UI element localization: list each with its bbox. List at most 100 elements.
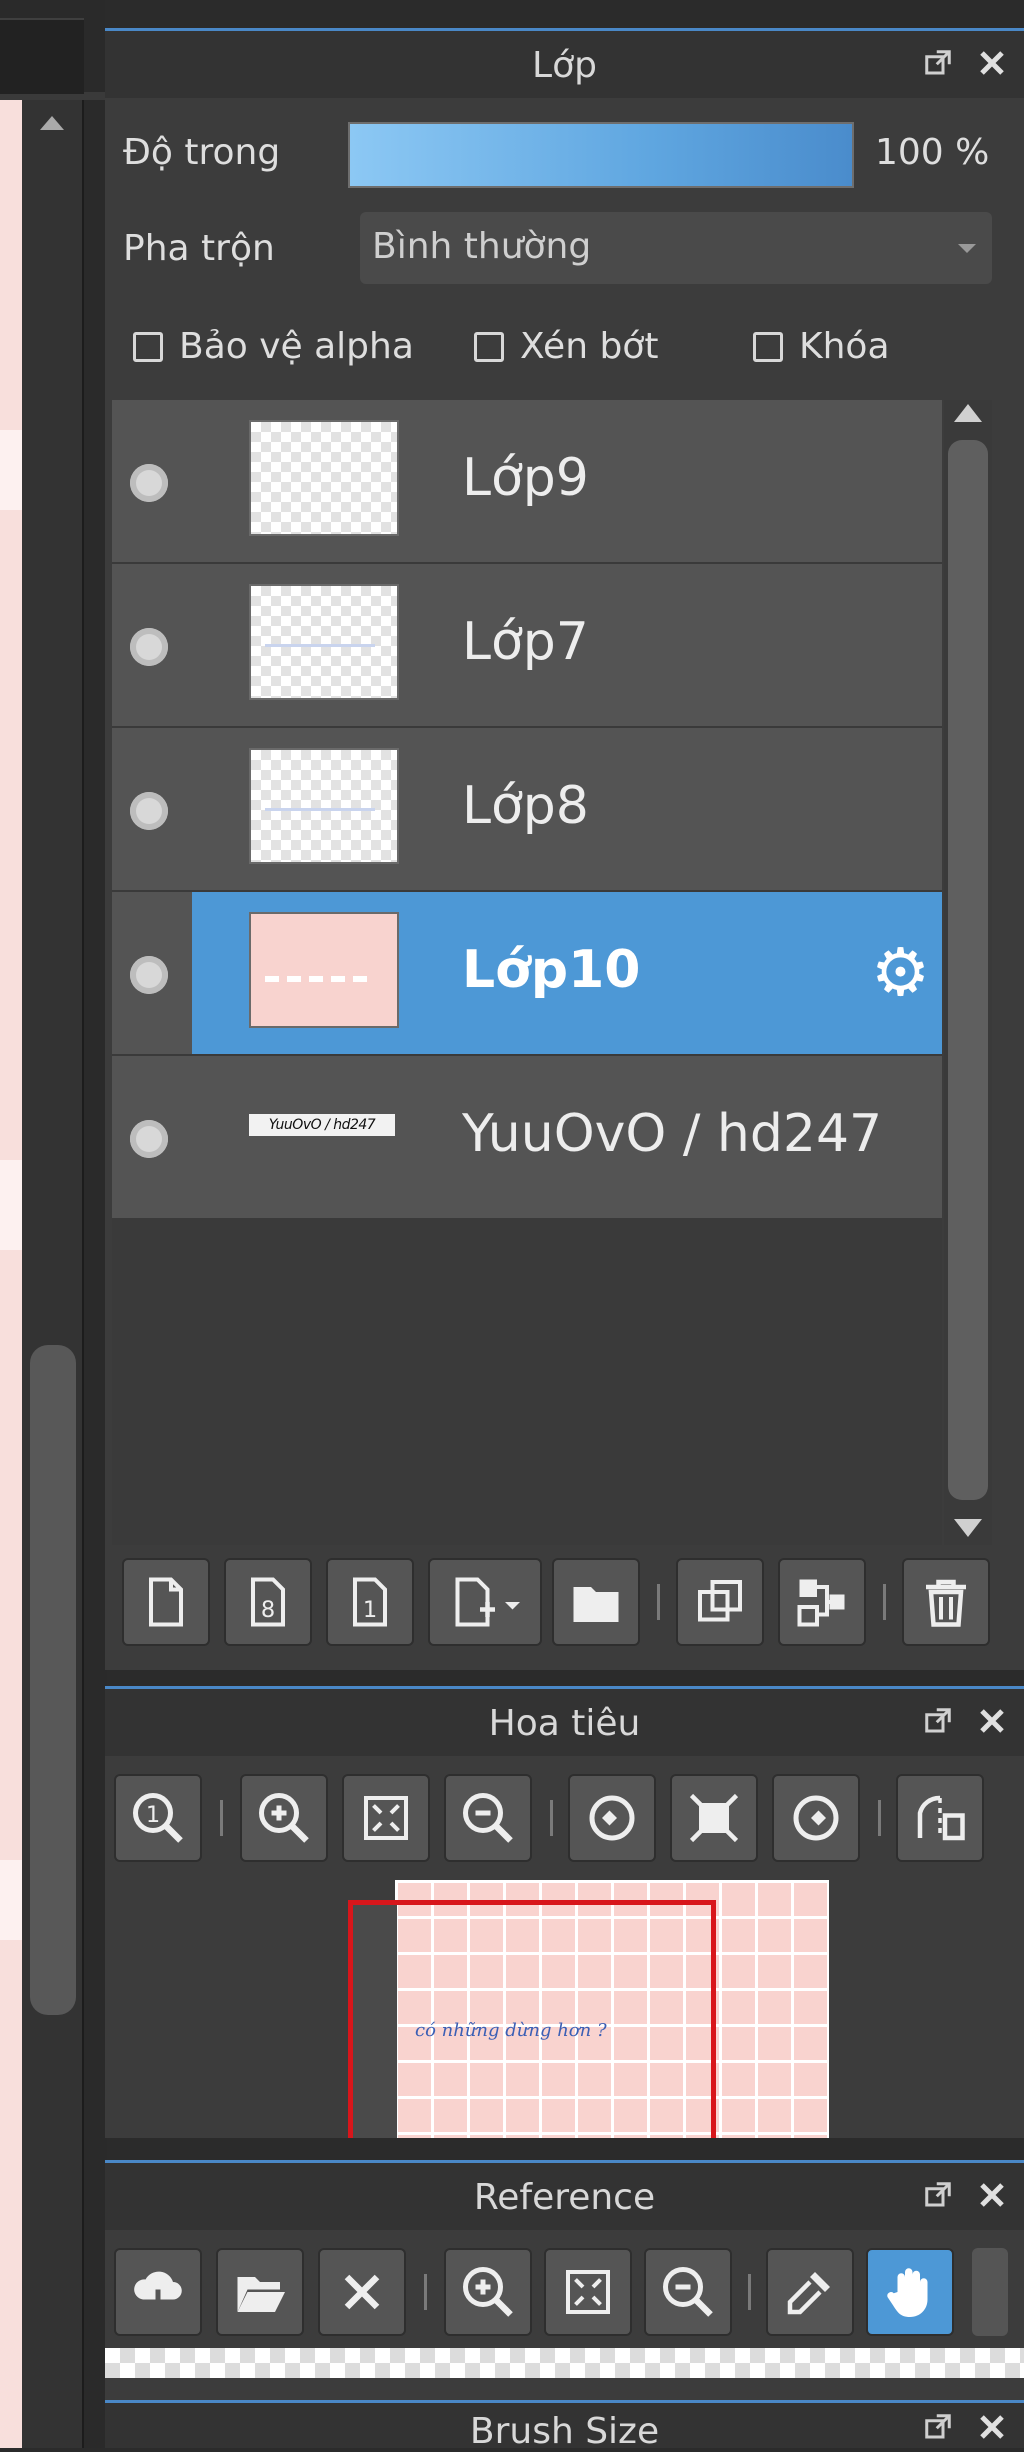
protect-alpha-label: Bảo vệ alpha [179,326,414,367]
navigator-preview[interactable]: có những dừng hơn ? [105,1880,1024,2138]
checkbox-box[interactable] [753,331,783,362]
layer-list-scrollbar[interactable] [944,400,992,1545]
open-folder-button[interactable] [216,2248,304,2336]
rotate-right-icon [793,1795,839,1841]
blend-mode-select[interactable]: Bình thường [360,212,992,284]
undock-icon[interactable] [920,1703,956,1739]
clipping-checkbox[interactable]: Xén bớt [474,326,658,367]
gear-icon[interactable]: ⚙ [871,940,930,1006]
layer-row[interactable]: Lớp9 [112,400,942,565]
merge-down-icon [797,1579,845,1627]
flip-horizontal-button[interactable] [896,1774,984,1862]
protect-alpha-checkbox[interactable]: Bảo vệ alpha [133,326,414,367]
undock-icon[interactable] [920,2409,956,2445]
fit-window-icon [566,2270,610,2314]
reference-panel-bottom [105,2378,1024,2400]
opacity-label: Độ trong [123,132,281,173]
toolbar-separator [878,1800,881,1836]
rotate-left-button[interactable] [568,1774,656,1862]
layer-name: YuuOvO / hd247 [462,1104,883,1164]
visibility-toggle-icon[interactable] [130,1120,168,1158]
undock-icon[interactable] [920,45,956,81]
close-panel-icon[interactable] [974,1703,1010,1739]
scroll-down-arrow-icon[interactable] [954,1519,982,1537]
checkbox-box[interactable] [133,331,163,362]
opacity-slider[interactable] [348,122,854,188]
visibility-toggle-icon[interactable] [130,464,168,502]
fit-window-button[interactable] [342,1774,430,1862]
layer-row-selected[interactable]: Lớp10 ⚙ [112,892,942,1057]
close-reference-button[interactable] [318,2248,406,2336]
reference-toolbar-overflow[interactable] [972,2248,1008,2336]
zoom-in-button[interactable] [240,1774,328,1862]
canvas-scroll-thumb[interactable] [30,1345,76,2015]
close-panel-icon[interactable] [974,2177,1010,2213]
lock-checkbox[interactable]: Khóa [753,326,890,367]
ref-fit-window-button[interactable] [544,2248,632,2336]
svg-text:1: 1 [146,1802,160,1828]
navigator-panel-header: Hoa tiêu [105,1686,1024,1757]
open-cloud-button[interactable] [114,2248,202,2336]
reference-image-strip[interactable] [105,2348,1024,2378]
new-folder-icon [573,1587,619,1622]
rotate-left-icon [589,1795,635,1841]
toolbar-separator [424,2274,427,2310]
canvas-area[interactable] [0,0,107,2448]
eyedropper-button[interactable] [766,2248,854,2336]
rotate-right-button[interactable] [772,1774,860,1862]
merge-down-button[interactable] [778,1558,866,1646]
new-folder-button[interactable] [552,1558,640,1646]
duplicate-layer-icon [698,1580,742,1622]
blend-mode-value: Bình thường [372,226,592,267]
layer-panel-title: Lớp [532,44,597,86]
visibility-toggle-icon[interactable] [130,792,168,830]
reset-view-button[interactable] [670,1774,758,1862]
layer-row[interactable]: YuuOvO / hd247 YuuOvO / hd247 [112,1056,942,1221]
chevron-down-icon [958,244,976,253]
visibility-toggle-icon[interactable] [130,628,168,666]
layer-thumbnail [249,912,399,1028]
duplicate-layer-button[interactable] [676,1558,764,1646]
new-layer-button[interactable] [122,1558,210,1646]
dock-splitter[interactable] [82,100,107,2448]
layer-name: Lớp9 [462,448,589,508]
layer-row[interactable]: Lớp7 [112,564,942,729]
delete-layer-button[interactable] [902,1558,990,1646]
zoom-actual-button[interactable]: 1 [114,1774,202,1862]
zoom-out-button[interactable] [444,1774,532,1862]
canvas-paper[interactable] [0,100,22,2448]
svg-text:8: 8 [261,1597,275,1623]
checkbox-box[interactable] [474,331,504,362]
navigator-view-frame[interactable] [348,1900,716,2138]
visibility-toggle-icon[interactable] [130,956,168,994]
close-panel-icon[interactable] [974,2409,1010,2445]
layer-panel-header: Lớp [105,28,1024,99]
ref-zoom-out-button[interactable] [644,2248,732,2336]
eyedropper-icon [787,2272,830,2315]
new-1bit-layer-button[interactable]: 1 [326,1558,414,1646]
scroll-up-arrow-icon[interactable] [40,116,64,130]
ref-zoom-in-button[interactable] [444,2248,532,2336]
svg-text:1: 1 [363,1597,377,1623]
layer-row[interactable]: Lớp8 [112,728,942,893]
fit-window-icon [364,1796,408,1840]
undock-icon[interactable] [920,2177,956,2213]
layer-scroll-thumb[interactable] [948,440,988,1500]
brush-size-panel-title: Brush Size [469,2411,660,2452]
navigator-offcanvas [353,1905,397,2138]
scroll-up-arrow-icon[interactable] [954,404,982,422]
brush-size-panel-header: Brush Size [105,2400,1024,2452]
toolbar-separator [748,2274,751,2310]
close-panel-icon[interactable] [974,45,1010,81]
hand-tool-button[interactable] [866,2248,954,2336]
canvas-top-bar [0,0,105,94]
toolbar-separator [220,1800,223,1836]
layer-name: Lớp8 [462,776,589,836]
add-layer-menu-button[interactable] [428,1558,542,1646]
layer-thumbnail: YuuOvO / hd247 [249,1076,395,1188]
canvas-vertical-scrollbar[interactable] [22,100,82,2448]
navigator-panel-title: Hoa tiêu [488,1702,641,1744]
lock-label: Khóa [799,326,890,367]
new-8bit-layer-button[interactable]: 8 [224,1558,312,1646]
close-icon [344,2274,380,2310]
